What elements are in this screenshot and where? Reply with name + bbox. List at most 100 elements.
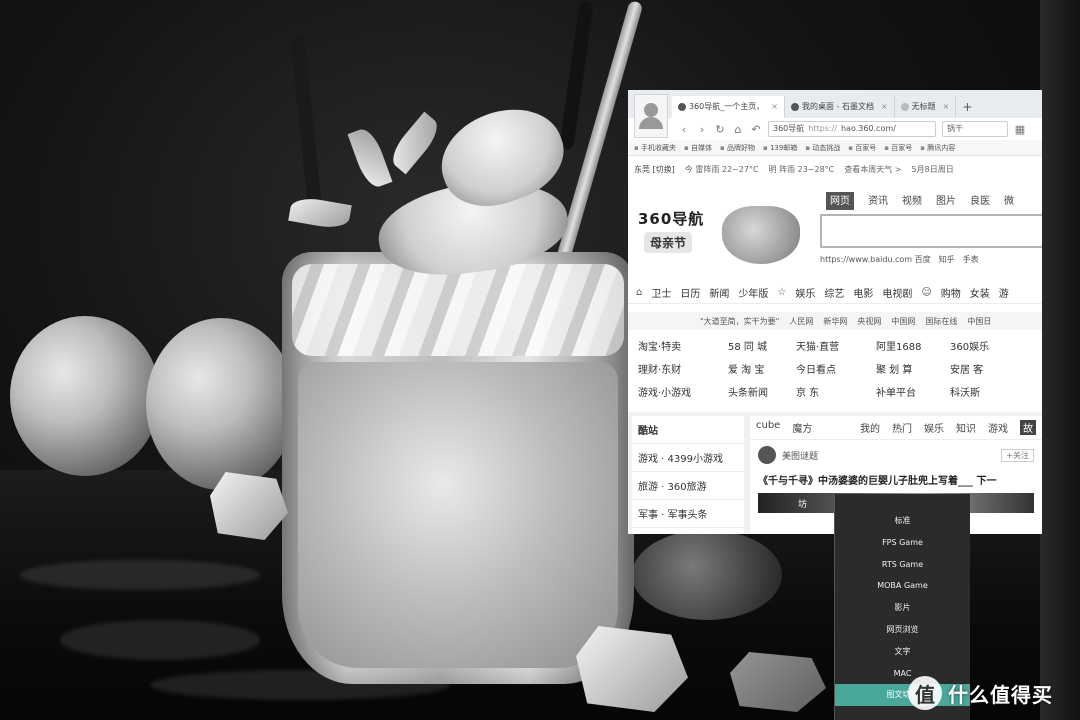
news-link[interactable]: 国际在线 [925,316,957,327]
city-switch-link[interactable]: 东莞 [切换] [634,164,675,175]
list-item[interactable]: 军事 · 军事头条 [632,500,744,528]
bookmark-item[interactable]: 百家号 [884,143,912,153]
weather-tomorrow[interactable]: 明 阵雨 23~28°C [769,164,835,175]
site-link[interactable]: 聚 划 算 [876,361,950,376]
news-link[interactable]: 央视网 [857,316,881,327]
search-tab-video[interactable]: 视频 [902,192,922,210]
quick-link-zhihu[interactable]: 知乎 [939,254,955,265]
feed-tab-active[interactable]: 故 [1020,420,1036,435]
category-item[interactable]: 综艺 [824,285,844,300]
category-item[interactable]: 卫士 [651,285,671,300]
tab-360[interactable]: 360导航_一个主页， × [672,96,785,118]
news-link[interactable]: 新华网 [823,316,847,327]
osd-mode-standard[interactable]: 标准 [835,510,970,532]
quick-link-watch[interactable]: 手表 [963,254,979,265]
osd-mode-web[interactable]: 网页浏览 [835,619,970,641]
bookmark-item[interactable]: 手机收藏夹 [634,143,676,153]
site-link[interactable]: 京 东 [796,384,876,399]
back-icon[interactable]: ‹ [678,123,690,136]
site-link[interactable]: 理财·东财 [638,361,728,376]
news-link[interactable]: 人民网 [789,316,813,327]
feed-tab[interactable]: 魔方 [792,420,812,435]
bookmark-item[interactable]: 百家号 [848,143,876,153]
osd-mode-text[interactable]: 文字 [835,641,970,663]
site-logo[interactable]: 360导航 母亲节 [634,204,804,264]
bookmark-item[interactable]: 自媒体 [684,143,712,153]
user-avatar[interactable] [634,94,668,138]
category-item[interactable]: 新闻 [709,285,729,300]
site-link[interactable]: 补单平台 [876,384,950,399]
feed-tab[interactable]: 我的 [860,420,880,435]
tab-shimo[interactable]: 我的桌面 - 石墨文档 × [785,96,895,118]
bookmark-item[interactable]: 品牌好物 [720,143,755,153]
site-grid: 淘宝·特卖 58 同 城 天猫·直营 阿里1688 360娱乐 理财·东财 爱 … [638,338,1042,399]
site-link[interactable]: 淘宝·特卖 [638,338,728,353]
home-icon[interactable]: ⌂ [732,123,744,136]
category-item[interactable]: 游 [999,285,1009,300]
follow-button[interactable]: +关注 [1001,448,1034,462]
logo-festival: 母亲节 [644,232,693,253]
main-search-input[interactable] [820,214,1042,248]
search-tab-images[interactable]: 图片 [936,192,956,210]
peach [10,316,160,476]
osd-mode-movie[interactable]: 影片 [835,597,970,619]
osd-mode-rts[interactable]: RTS Game [835,554,970,576]
site-link[interactable]: 58 同 城 [728,338,796,353]
search-tab-more[interactable]: 微 [1004,192,1014,210]
close-tab-icon[interactable]: × [771,96,778,118]
site-link[interactable]: 今日看点 [796,361,876,376]
search-tab-doctor[interactable]: 良医 [970,192,990,210]
category-item[interactable]: 少年版 [738,285,768,300]
undo-icon[interactable]: ↶ [750,123,762,136]
category-item[interactable]: 电视剧 [882,285,912,300]
category-item[interactable]: 购物 [941,285,961,300]
tab-untitled[interactable]: 无标题 × [895,96,957,118]
feed-headline[interactable]: 《千与千寻》中汤婆婆的巨婴儿子肚兜上写着___ 下一 [750,470,1042,489]
news-link[interactable]: 中国网 [891,316,915,327]
weather-more-link[interactable]: 查看本周天气 > [844,164,901,175]
site-link[interactable]: 天猫·直营 [796,338,876,353]
feed-tab[interactable]: 游戏 [988,420,1008,435]
category-item[interactable]: 电影 [853,285,873,300]
water-puddle [20,560,260,590]
site-link[interactable]: 游戏·小游戏 [638,384,728,399]
forward-icon[interactable]: › [696,123,708,136]
site-link[interactable]: 安居 客 [950,361,1030,376]
weather-today[interactable]: 今 雷阵雨 22~27°C [685,164,759,175]
site-link[interactable]: 爱 淘 宝 [728,361,796,376]
cool-sites-panel: 酷站 游戏 · 4399小游戏 旅游 · 360旅游 军事 · 军事头条 [632,416,744,534]
feed-tab[interactable]: 热门 [892,420,912,435]
grid-menu-icon[interactable]: ▦ [1014,123,1026,136]
new-tab-button[interactable]: + [956,96,978,118]
site-link[interactable]: 360娱乐 [950,338,1030,353]
site-link[interactable]: 科沃斯 [950,384,1030,399]
osd-mode-fps[interactable]: FPS Game [835,532,970,554]
author-name[interactable]: 美图谜题 [782,449,818,462]
search-tab-web[interactable]: 网页 [826,192,854,210]
close-tab-icon[interactable]: × [943,96,950,118]
osd-mode-moba[interactable]: MOBA Game [835,575,970,597]
news-link[interactable]: 中国日 [967,316,991,327]
news-link[interactable]: "大道至简，实干为要" [700,316,779,327]
logo-name: 360导航 [638,210,705,228]
feed-tab[interactable]: 知识 [956,420,976,435]
category-item[interactable]: 日历 [680,285,700,300]
browser-search-input[interactable]: 锅干 [942,121,1008,137]
list-item[interactable]: 旅游 · 360旅游 [632,472,744,500]
reload-icon[interactable]: ↻ [714,123,726,136]
quick-link-baidu[interactable]: https://www.baidu.com 百度 [820,254,931,265]
category-item[interactable]: 女装 [970,285,990,300]
address-bar[interactable]: 360导航 https:// hao.360.com/ [768,121,936,137]
category-item[interactable]: 娱乐 [795,285,815,300]
feed-tab[interactable]: 娱乐 [924,420,944,435]
bookmark-item[interactable]: 动态挑战 [805,143,840,153]
site-link[interactable]: 阿里1688 [876,338,950,353]
list-item[interactable]: 游戏 · 4399小游戏 [632,444,744,472]
feed-tab[interactable]: cube [756,420,780,435]
search-tab-news[interactable]: 资讯 [868,192,888,210]
bookmark-item[interactable]: 139邮箱 [763,143,797,153]
bookmarks-bar: 手机收藏夹 自媒体 品牌好物 139邮箱 动态挑战 百家号 百家号 腾讯内容 [628,140,1042,156]
close-tab-icon[interactable]: × [881,96,888,118]
bookmark-item[interactable]: 腾讯内容 [920,143,955,153]
site-link[interactable]: 头条新闻 [728,384,796,399]
